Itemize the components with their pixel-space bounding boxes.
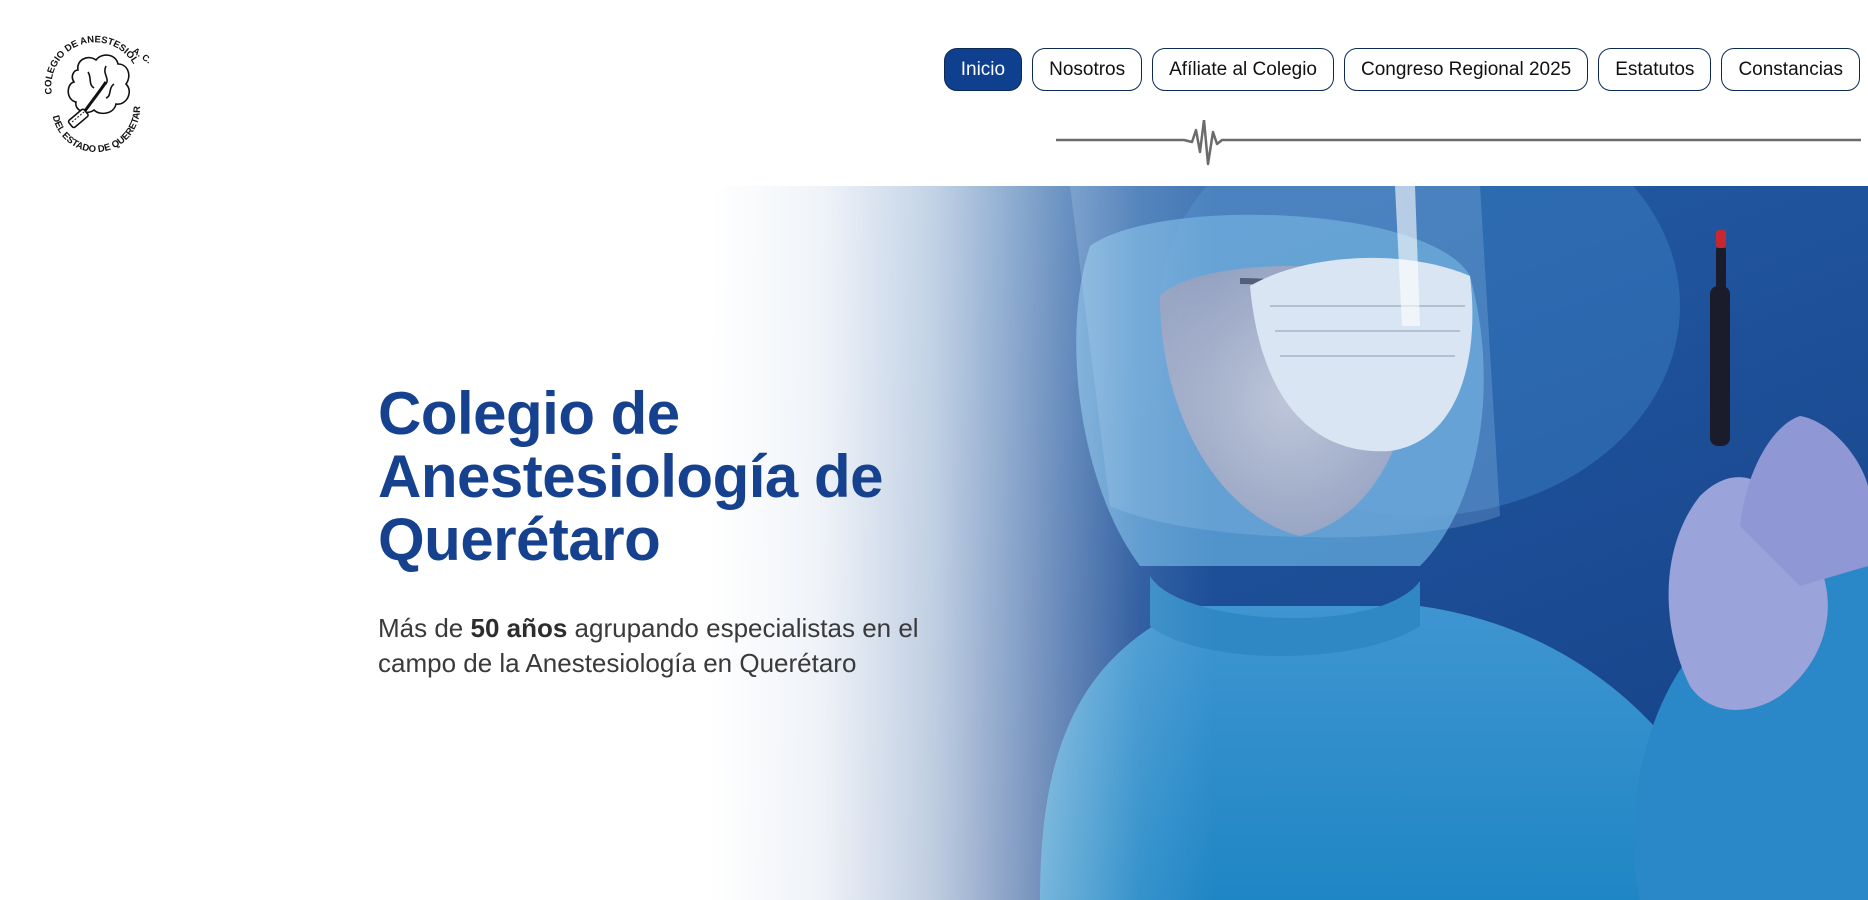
college-seal-logo[interactable]: COLEGIO DE ANESTESIOLOGIA DEL ESTADO DE … bbox=[28, 22, 158, 152]
heartbeat-line-icon bbox=[1056, 120, 1861, 166]
hero-banner: Colegio de Anestesiología de Querétaro M… bbox=[0, 186, 1868, 900]
nav-inicio-button[interactable]: Inicio bbox=[943, 48, 1023, 91]
hero-title-line-2: Anestesiología de bbox=[378, 443, 883, 510]
nav-nosotros-button[interactable]: Nosotros bbox=[1032, 48, 1143, 91]
hero-text-block: Colegio de Anestesiología de Querétaro M… bbox=[378, 382, 938, 681]
main-nav: Inicio Nosotros Afíliate al Colegio Cong… bbox=[943, 48, 1860, 91]
nav-afiliate-button[interactable]: Afíliate al Colegio bbox=[1152, 48, 1334, 91]
hero-title-line-1: Colegio de bbox=[378, 380, 680, 447]
site-header: COLEGIO DE ANESTESIOLOGIA DEL ESTADO DE … bbox=[0, 0, 1868, 186]
hero-subtitle: Más de 50 años agrupando especialistas e… bbox=[378, 611, 938, 681]
hero-title-line-3: Querétaro bbox=[378, 506, 661, 573]
hero-subtitle-years: 50 años bbox=[470, 613, 568, 643]
nav-constancias-button[interactable]: Constancias bbox=[1721, 48, 1860, 91]
laryngoscope-icon bbox=[67, 81, 108, 129]
hero-subtitle-prefix: Más de bbox=[378, 613, 471, 643]
nav-congreso-button[interactable]: Congreso Regional 2025 bbox=[1344, 48, 1589, 91]
nav-estatutos-button[interactable]: Estatutos bbox=[1598, 48, 1712, 91]
brain-icon bbox=[67, 54, 131, 115]
hero-title: Colegio de Anestesiología de Querétaro bbox=[378, 382, 938, 571]
